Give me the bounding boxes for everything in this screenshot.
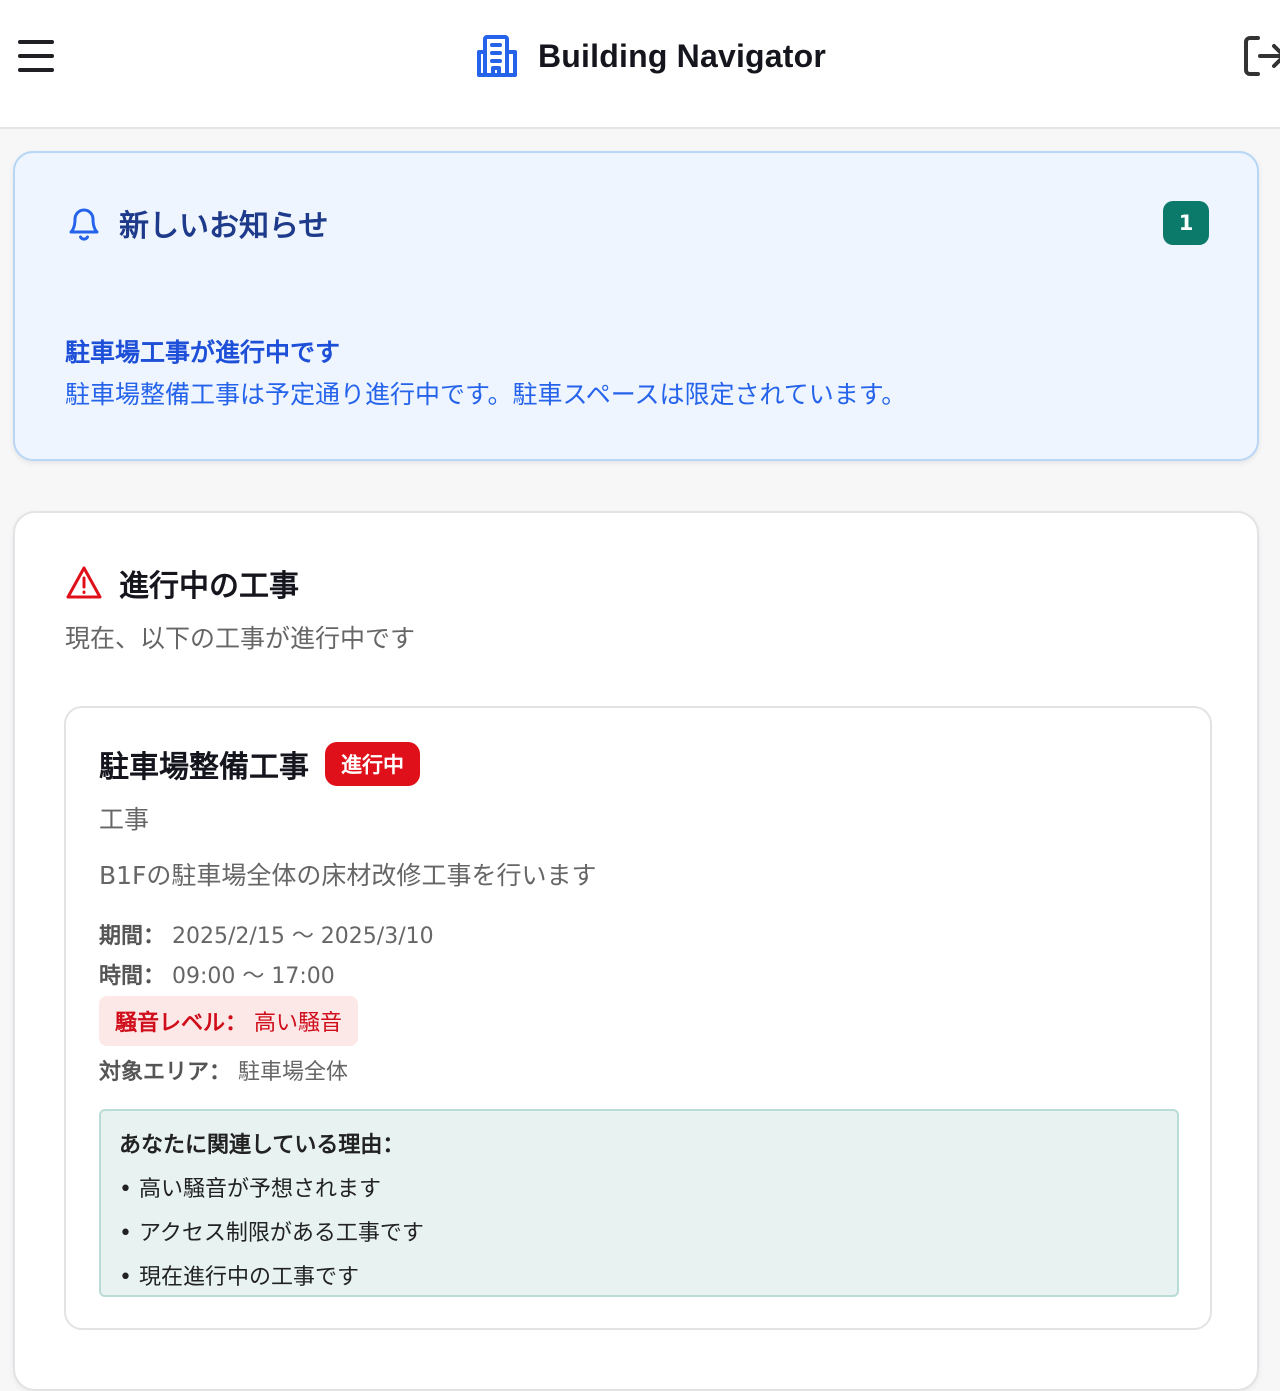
reason-item: • 現在進行中の工事です: [119, 1265, 359, 1290]
area-label: 対象エリア：: [99, 1060, 232, 1085]
work-item-title: 駐車場整備工事: [99, 750, 309, 785]
area-value: 駐車場全体: [238, 1060, 349, 1085]
ongoing-works-title: 進行中の工事: [119, 569, 299, 604]
notification-item-title[interactable]: 駐車場工事が進行中です: [65, 333, 340, 369]
ongoing-works-card: 進行中の工事 現在、以下の工事が進行中です 駐車場整備工事 進行中 工事 B1F…: [13, 511, 1259, 1391]
period-value: 2025/2/15 〜 2025/3/10: [172, 924, 434, 949]
hamburger-menu-icon[interactable]: [14, 36, 58, 76]
work-item-period: 期間： 2025/2/15 〜 2025/3/10: [99, 918, 434, 950]
work-item-area: 対象エリア： 駐車場全体: [99, 1054, 348, 1086]
warning-icon: [66, 566, 102, 599]
app-title: Building Navigator: [538, 37, 827, 74]
noise-level-badge: 騒音レベル： 高い騒音: [99, 996, 359, 1046]
ongoing-works-header: 進行中の工事: [65, 561, 299, 605]
reason-item: • アクセス制限がある工事です: [119, 1221, 424, 1246]
work-item[interactable]: 駐車場整備工事 進行中 工事 B1Fの駐車場全体の床材改修工事を行います 期間：…: [64, 706, 1212, 1330]
app-header: Building Navigator: [0, 0, 1280, 129]
brand: Building Navigator: [474, 34, 826, 78]
notifications-card: 新しいお知らせ 1 駐車場工事が進行中です 駐車場整備工事は予定通り進行中です。…: [13, 151, 1259, 461]
time-value: 09:00 〜 17:00: [172, 964, 335, 989]
period-label: 期間：: [99, 924, 166, 949]
work-item-title-row: 駐車場整備工事 進行中: [99, 742, 420, 786]
work-item-description: B1Fの駐車場全体の床材改修工事を行います: [99, 861, 597, 890]
reason-item: • 高い騒音が予想されます: [119, 1177, 381, 1202]
status-badge: 進行中: [325, 742, 420, 786]
noise-label: 騒音レベル：: [115, 1011, 248, 1036]
ongoing-works-subtitle: 現在、以下の工事が進行中です: [65, 624, 416, 653]
notifications-title: 新しいお知らせ: [119, 209, 329, 244]
notification-item-body: 駐車場整備工事は予定通り進行中です。駐車スペースは限定されています。: [65, 380, 907, 409]
logout-icon[interactable]: [1240, 32, 1280, 80]
work-item-category: 工事: [99, 805, 150, 834]
notification-count-badge: 1: [1163, 201, 1209, 245]
reasons-title: あなたに関連している理由：: [119, 1133, 405, 1158]
work-item-time: 時間： 09:00 〜 17:00: [99, 958, 335, 990]
building-icon: [477, 35, 517, 77]
bell-icon: [69, 208, 99, 241]
relevance-reasons-box: あなたに関連している理由： • 高い騒音が予想されます • アクセス制限がある工…: [99, 1109, 1179, 1297]
time-label: 時間：: [99, 964, 166, 989]
noise-value: 高い騒音: [254, 1011, 343, 1036]
notifications-header: 新しいお知らせ: [65, 201, 328, 245]
